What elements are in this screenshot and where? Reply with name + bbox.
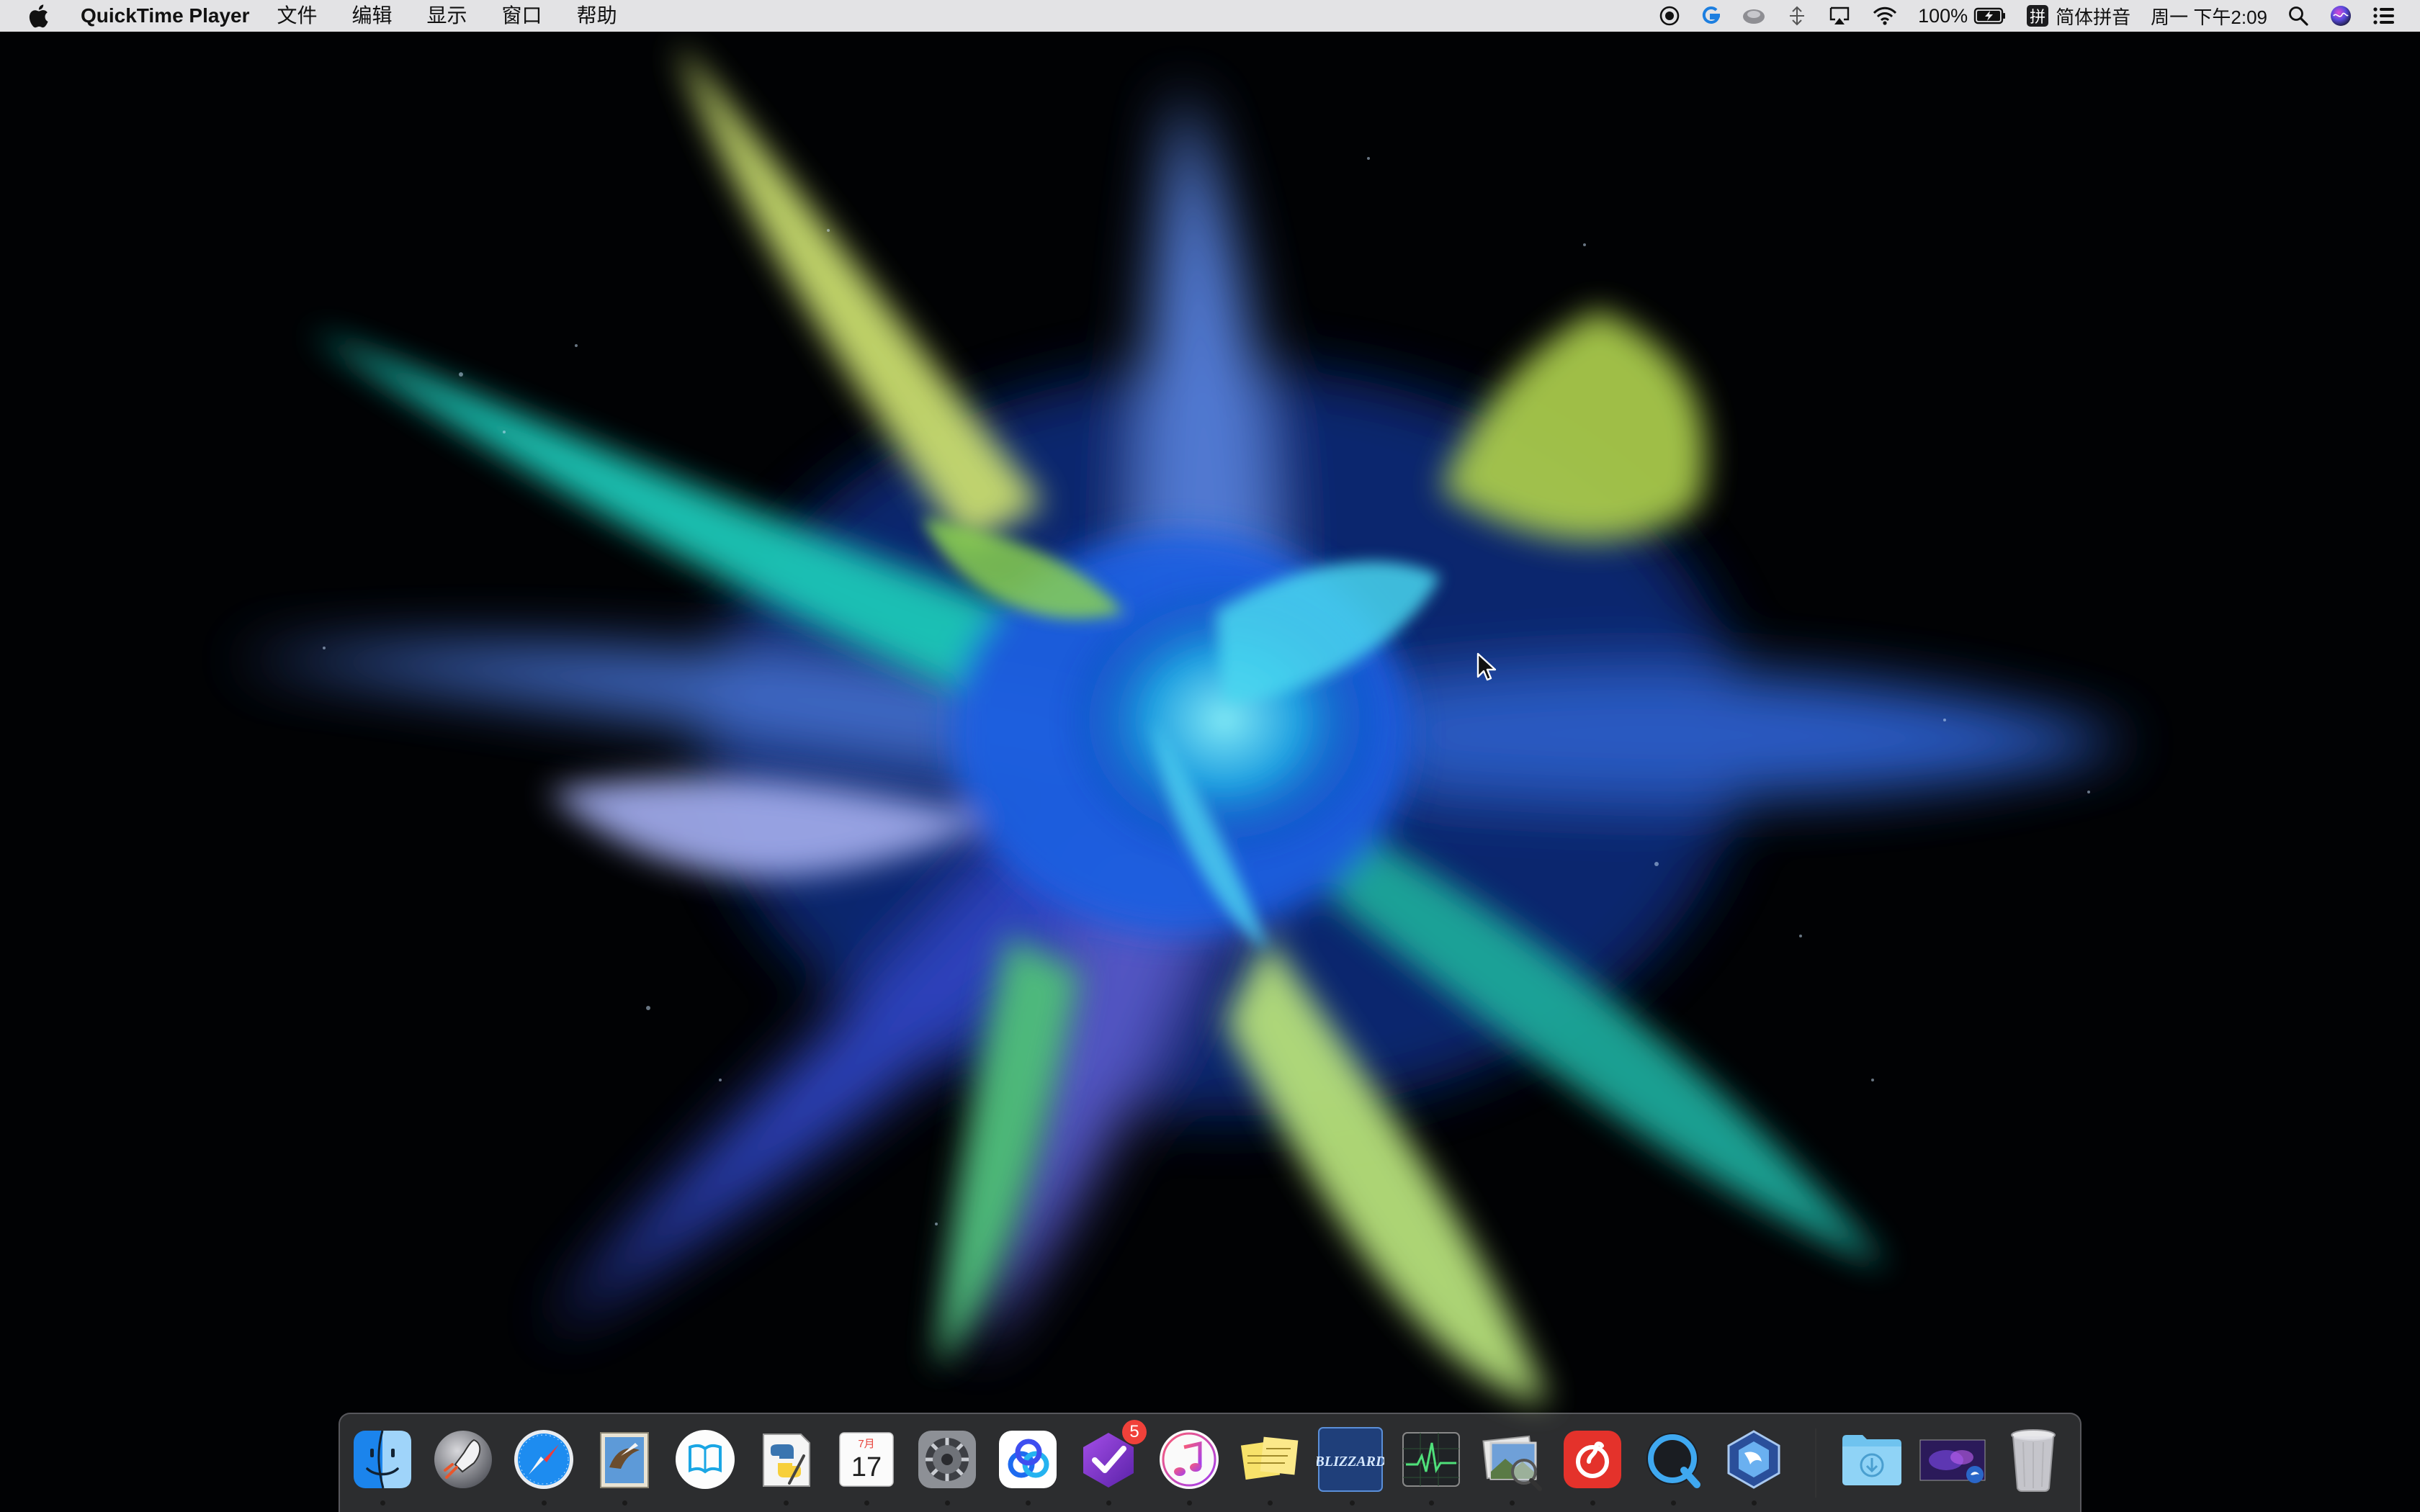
menu-bar: QuickTime Player 文件 编辑 显示 窗口 帮助 100% 拼 简… [0,0,2420,32]
network-share-icon[interactable] [1787,0,1807,32]
cloud-drive-icon[interactable] [1741,0,1767,32]
dock-separator [1815,1428,1816,1498]
running-indicator [864,1500,869,1506]
running-indicator [1350,1500,1355,1506]
dock-downloads-folder[interactable] [1837,1424,1907,1495]
running-indicator [1429,1500,1434,1506]
running-indicator [1510,1500,1515,1506]
dock-app-baidu-netdisk[interactable] [992,1424,1063,1495]
menu-bar-left: QuickTime Player 文件 编辑 显示 窗口 帮助 [0,0,652,32]
safari-icon [514,1430,573,1489]
running-indicator [1752,1500,1757,1506]
dock-app-stickies[interactable] [1234,1424,1305,1495]
menu-help[interactable]: 帮助 [577,0,617,32]
battery-charging-icon [1973,7,2006,24]
siri-icon[interactable] [2329,0,2352,32]
activity-monitor-icon [1402,1432,1460,1487]
dock-app-reader[interactable] [670,1424,740,1495]
dock: 7月 17 5 BLIZZARD [339,1413,2081,1512]
stickies-icon [1240,1436,1299,1480]
dock-app-heroes-of-the-storm[interactable] [1718,1424,1789,1495]
netease-music-icon [1564,1431,1621,1488]
dock-app-omnifocus[interactable]: 5 [1073,1420,1147,1495]
python-icon [763,1434,810,1487]
trash-icon [2011,1429,2056,1492]
dock-app-calendar[interactable]: 7月 17 [831,1424,902,1495]
dock-app-launchpad[interactable] [428,1424,498,1495]
wifi-icon[interactable] [1872,0,1898,32]
system-preferences-icon [918,1431,976,1488]
running-indicator [380,1500,385,1506]
running-indicator [1590,1500,1595,1506]
menu-window[interactable]: 窗口 [502,0,542,32]
running-indicator [622,1500,627,1506]
finder-icon [354,1430,411,1489]
blizzard-icon: BLIZZARD [1317,1427,1384,1492]
menu-app-name[interactable]: QuickTime Player [81,0,250,32]
battery-percent: 100% [1918,4,1968,27]
dock-app-mail[interactable] [589,1424,660,1495]
menu-file[interactable]: 文件 [277,0,318,32]
heroes-icon [1727,1430,1780,1489]
running-indicator [1187,1500,1192,1506]
mail-icon [600,1432,649,1488]
running-indicator [1268,1500,1273,1506]
running-indicator [784,1500,789,1506]
downloads-folder-icon [1842,1435,1901,1485]
apple-menu-icon[interactable] [27,4,52,28]
preview-icon [1482,1435,1542,1491]
omnifocus-badge: 5 [1122,1420,1147,1444]
input-method-glyph: 拼 [2027,5,2049,27]
dock-app-safari[interactable] [508,1424,579,1495]
running-indicator [542,1500,547,1506]
notification-center-icon[interactable] [2372,0,2396,32]
desktop [0,0,2420,1512]
quicktime-icon [1646,1433,1700,1488]
dock-app-itunes[interactable] [1154,1424,1224,1495]
dock-app-activity-monitor[interactable] [1396,1424,1466,1495]
dock-app-system-preferences[interactable] [912,1424,982,1495]
dock-trash[interactable] [1998,1424,2069,1495]
baidu-netdisk-icon [999,1431,1057,1488]
battery-status[interactable]: 100% [1918,0,2007,32]
menu-clock-text: 周一 下午2:09 [2151,6,2267,28]
logitech-g-icon[interactable] [1700,0,1721,32]
airplay-icon[interactable] [1827,0,1852,32]
blizzard-label: BLIZZARD [1317,1454,1384,1470]
menu-edit[interactable]: 编辑 [352,0,393,32]
input-method-status[interactable]: 拼 简体拼音 [2027,0,2130,32]
mouse-cursor-icon [1476,652,1497,686]
calendar-day: 17 [851,1452,882,1482]
menu-bar-status-area: 100% 拼 简体拼音 周一 下午2:09 [1639,0,2420,32]
menu-clock[interactable]: 周一 下午2:09 [2151,0,2267,32]
input-method-label: 简体拼音 [2056,6,2131,28]
reader-icon [676,1430,735,1489]
desktop-stack-icon [1919,1439,1986,1483]
running-indicator [1106,1500,1111,1506]
spotlight-search-icon[interactable] [2287,0,2309,32]
calendar-icon: 7月 17 [839,1432,894,1487]
calendar-month: 7月 [858,1438,874,1450]
dock-app-preview[interactable] [1476,1424,1547,1495]
dock-desktop-stack[interactable] [1917,1424,1988,1495]
dock-app-quicktime[interactable] [1638,1424,1708,1495]
dock-app-netease-music[interactable] [1557,1424,1628,1495]
wallpaper [0,0,2420,1512]
dock-app-finder[interactable] [347,1424,418,1495]
menu-view[interactable]: 显示 [427,0,467,32]
running-indicator [1671,1500,1676,1506]
itunes-icon [1160,1430,1219,1489]
running-indicator [945,1500,950,1506]
dock-app-python-launcher[interactable] [750,1424,821,1495]
screen-record-icon[interactable] [1659,0,1680,32]
launchpad-icon [434,1431,492,1488]
dock-app-blizzard[interactable]: BLIZZARD [1315,1424,1386,1495]
running-indicator [1026,1500,1031,1506]
